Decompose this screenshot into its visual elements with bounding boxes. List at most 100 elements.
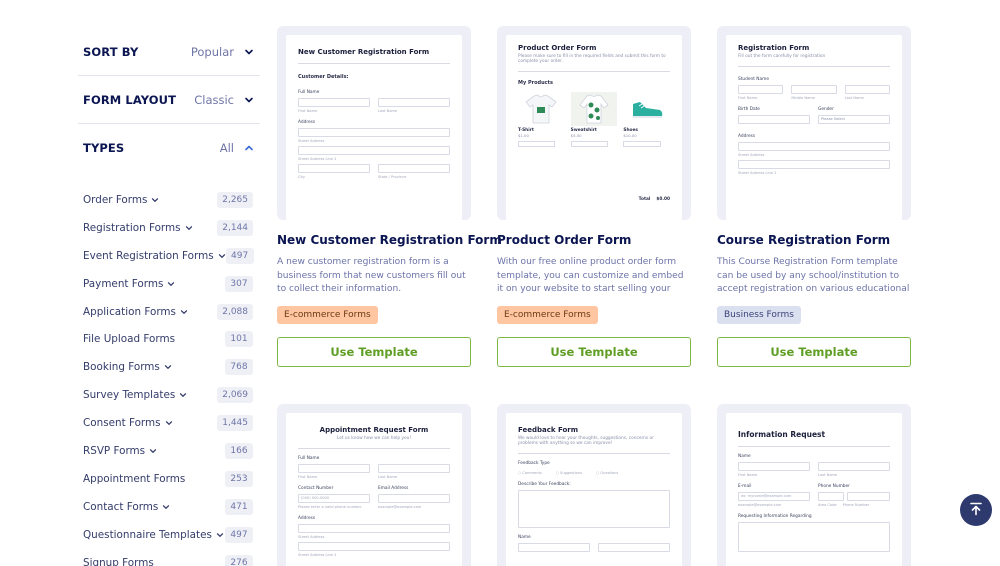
form-type-count: 768 [225, 359, 253, 376]
template-title[interactable]: New Customer Registration Form [277, 233, 502, 247]
chevron-down-icon[interactable] [185, 224, 193, 232]
form-type-count: 497 [225, 247, 254, 264]
preview-col: Last Name [818, 459, 890, 477]
form-type-label: Signup Forms [83, 556, 154, 566]
radio-option: ○ Questions [596, 471, 619, 475]
chevron-down-icon[interactable] [167, 280, 175, 288]
category-tag[interactable]: E-commerce Forms [277, 306, 378, 324]
chevron-down-icon[interactable] [151, 196, 159, 204]
category-tag[interactable]: Business Forms [717, 306, 801, 324]
chevron-down-icon[interactable] [218, 252, 226, 260]
form-type-count: 166 [225, 442, 253, 459]
sort-by-filter[interactable]: SORT BY Popular [78, 28, 260, 76]
preview-field-label: Birth Date [738, 107, 760, 112]
sort-by-title: SORT BY [83, 44, 139, 59]
preview-input [378, 164, 450, 173]
form-type-item[interactable]: Appointment Forms 253 [78, 465, 260, 493]
preview-hint: Last Name [378, 109, 398, 113]
form-type-item[interactable]: Consent Forms 1,445 [78, 409, 260, 437]
form-type-count: 101 [225, 331, 253, 348]
form-type-item[interactable]: Order Forms 2,265 [78, 186, 260, 214]
template-card: Appointment Request Form Let us know how… [277, 404, 471, 566]
product-price: $5.00 [570, 133, 582, 138]
types-value: All [219, 141, 234, 155]
form-type-item[interactable]: Registration Forms 2,144 [78, 214, 260, 242]
total-value: $0.00 [656, 197, 670, 202]
preview-field-label: Describe Your Feedback: [518, 482, 571, 487]
form-type-item[interactable]: File Upload Forms 101 [78, 325, 260, 353]
template-title[interactable]: Product Order Form [497, 233, 691, 247]
form-type-label: Order Forms [83, 193, 148, 206]
form-type-item[interactable]: Event Registration Forms 497 [78, 242, 260, 270]
scroll-to-top-button[interactable] [960, 494, 992, 526]
divider [298, 63, 450, 64]
template-card: New Customer Registration Form Customer … [277, 26, 502, 367]
chevron-down-icon [244, 47, 254, 57]
form-type-item[interactable]: RSVP Forms 166 [78, 437, 260, 465]
template-preview[interactable]: Appointment Request Form Let us know how… [277, 404, 471, 566]
preview-input: ex: myname@example.com [738, 492, 810, 501]
chevron-down-icon[interactable] [149, 447, 157, 455]
use-template-button[interactable]: Use Template [277, 337, 471, 367]
preview-total: Total $0.00 [639, 197, 670, 202]
template-preview[interactable]: Feedback Form We would love to hear your… [497, 404, 691, 566]
preview-select: Please Select [818, 115, 890, 124]
chevron-down-icon[interactable] [165, 419, 173, 427]
form-type-list: Order Forms 2,265 Registration Forms 2,144 E… [78, 186, 260, 566]
sweatshirt-icon [570, 92, 618, 126]
template-preview[interactable]: New Customer Registration Form Customer … [277, 26, 471, 220]
preview-col: First Name [738, 459, 810, 477]
form-type-item[interactable]: Contact Forms 471 [78, 493, 260, 521]
product-item: Sweatshirt $5.00 [570, 92, 618, 147]
preview-input [818, 462, 890, 471]
divider [738, 446, 890, 447]
preview-field-row [818, 489, 890, 501]
preview-heading: Appointment Request Form [319, 426, 429, 434]
chevron-down-icon[interactable] [180, 308, 188, 316]
preview-col: Email Address example@example.com [378, 479, 450, 509]
form-type-item[interactable]: Application Forms 2,088 [78, 298, 260, 326]
preview-field-label: Address [298, 516, 316, 521]
form-type-count: 497 [225, 526, 253, 543]
preview-field-label: Requesting Information Regarding [738, 514, 812, 519]
form-type-item[interactable]: Survey Templates 2,069 [78, 381, 260, 409]
chevron-down-icon[interactable] [216, 531, 224, 539]
template-card: Product Order Form Please make sure to f… [497, 26, 691, 367]
template-title[interactable]: Course Registration Form [717, 233, 911, 247]
form-layout-filter[interactable]: FORM LAYOUT Classic [78, 76, 260, 124]
chevron-down-icon[interactable] [162, 503, 170, 511]
types-filter[interactable]: TYPES All [78, 124, 260, 172]
preview-input [738, 142, 890, 151]
chevron-down-icon[interactable] [164, 363, 172, 371]
preview-col: City [298, 161, 370, 179]
preview-field-row: First Name Middle Name Last Name [738, 82, 890, 100]
category-tag[interactable]: E-commerce Forms [497, 306, 598, 324]
product-selector [518, 141, 556, 147]
chevron-down-icon[interactable] [179, 391, 187, 399]
form-layout-value: Classic [194, 92, 234, 107]
form-type-item[interactable]: Signup Forms 276 [78, 549, 260, 566]
form-type-item[interactable]: Questionnaire Templates 497 [78, 521, 260, 549]
form-type-label-group: Questionnaire Templates [83, 529, 224, 541]
preview-field-row: E-mail ex: myname@example.com example@exam… [738, 477, 890, 507]
chevron-up-icon [244, 143, 254, 153]
template-preview[interactable]: Registration Form Fill out the form care… [717, 26, 911, 220]
preview-input [298, 542, 450, 551]
form-type-item[interactable]: Payment Forms 307 [78, 270, 260, 298]
preview-hint: Street Address Line 2 [738, 171, 777, 175]
preview-field-row: Birth Date Gender Please Select [738, 100, 890, 124]
form-type-label: Registration Forms [83, 221, 181, 234]
template-preview[interactable]: Product Order Form Please make sure to f… [497, 26, 691, 220]
divider [298, 448, 450, 449]
preview-heading: New Customer Registration Form [298, 48, 430, 56]
form-type-count: 471 [225, 498, 253, 515]
form-type-label-group: Event Registration Forms [83, 250, 226, 262]
use-template-button[interactable]: Use Template [497, 337, 691, 367]
radio-option-label: Suggestions [560, 471, 583, 475]
preview-field-row: First Name Last Name [738, 459, 890, 477]
form-type-item[interactable]: Booking Forms 768 [78, 353, 260, 381]
preview-input [298, 98, 370, 107]
use-template-button[interactable]: Use Template [717, 337, 911, 367]
sort-by-value: Popular [190, 44, 234, 59]
template-preview[interactable]: Information Request Name First Name Last… [717, 404, 911, 566]
